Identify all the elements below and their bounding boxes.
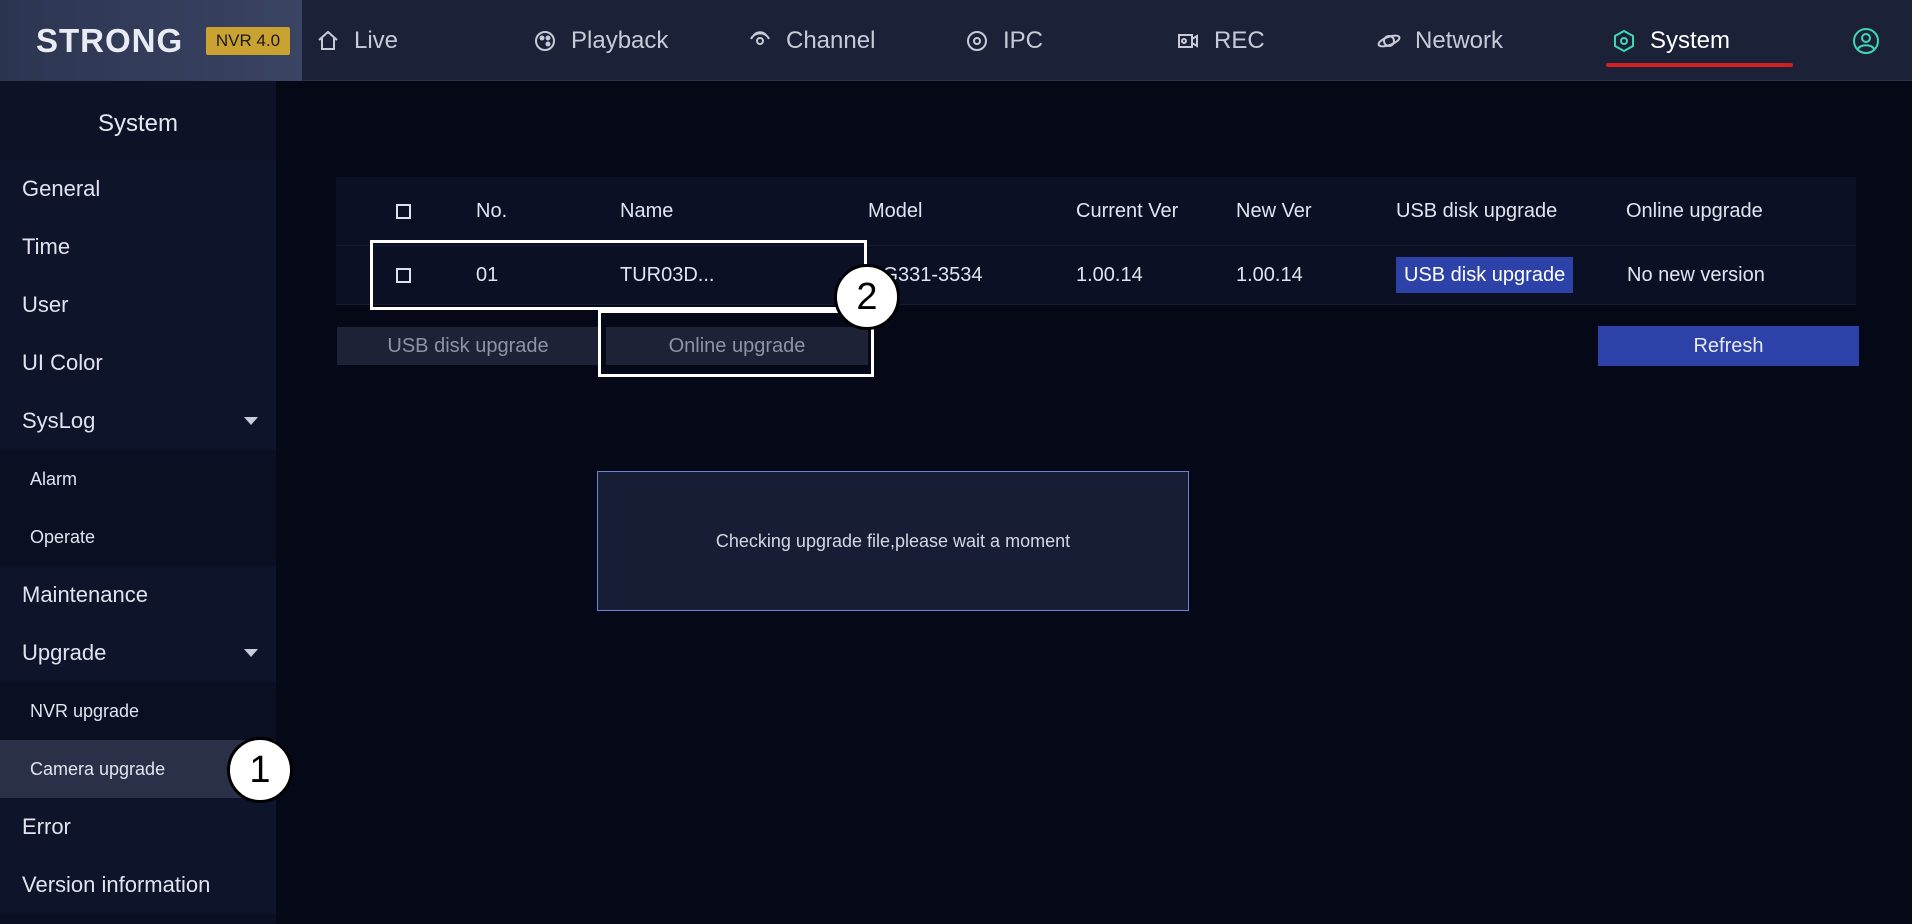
sidebar-item-error[interactable]: Error — [0, 798, 276, 856]
sidebar-item-label: User — [22, 292, 69, 317]
nav-playback[interactable]: Playback — [533, 0, 668, 81]
nav-network[interactable]: Network — [1377, 0, 1503, 81]
sidebar-item-label: Version information — [22, 872, 211, 897]
sidebar-item-operate[interactable]: Operate — [0, 508, 276, 566]
caret-down-icon — [244, 649, 258, 657]
nav-playback-label: Playback — [571, 26, 669, 54]
sidebar-item-label: Upgrade — [22, 640, 107, 665]
sidebar-item-label: Operate — [30, 526, 96, 547]
refresh-button[interactable]: Refresh — [1598, 326, 1859, 366]
checking-upgrade-dialog: Checking upgrade file,please wait a mome… — [597, 471, 1189, 611]
sidebar-item-label: Maintenance — [22, 582, 148, 607]
nav-rec[interactable]: REC — [1176, 0, 1265, 81]
sidebar-item-label: General — [22, 176, 101, 201]
sidebar-item-syslog[interactable]: SysLog — [0, 392, 276, 450]
header-new-ver: New Ver — [1236, 199, 1312, 222]
top-bar: STRONG NVR 4.0 Live Playback Channel IPC… — [0, 0, 1912, 81]
step-1-marker: 1 — [227, 737, 293, 803]
system-icon — [1614, 29, 1634, 52]
header-no: No. — [476, 199, 508, 222]
active-tab-indicator — [1606, 63, 1793, 67]
sidebar: System General Time User UI Color SysLog… — [0, 81, 276, 924]
nav-rec-label: REC — [1214, 26, 1265, 54]
version-badge: NVR 4.0 — [206, 27, 290, 55]
row-new-ver: 1.00.14 — [1236, 263, 1303, 286]
playback-icon — [535, 30, 555, 51]
header-current-ver: Current Ver — [1076, 199, 1179, 222]
home-icon — [318, 30, 338, 50]
ipc-icon — [967, 30, 987, 51]
network-icon — [1377, 34, 1401, 47]
sidebar-item-label: UI Color — [22, 350, 103, 375]
row-usb-upgrade-button[interactable]: USB disk upgrade — [1396, 257, 1574, 293]
sidebar-item-label: Camera upgrade — [30, 758, 166, 779]
header-name: Name — [620, 199, 674, 222]
table-header: No. Name Model Current Ver New Ver USB d… — [336, 177, 1856, 245]
step-2-marker: 2 — [834, 264, 900, 330]
usb-disk-upgrade-button[interactable]: USB disk upgrade — [337, 327, 599, 365]
sidebar-title: System — [0, 81, 276, 161]
sidebar-item-time[interactable]: Time — [0, 218, 276, 276]
sidebar-item-label: Time — [22, 234, 71, 259]
nav-ipc[interactable]: IPC — [965, 0, 1043, 81]
brand-logo: STRONG — [36, 22, 184, 59]
sidebar-item-ui-color[interactable]: UI Color — [0, 334, 276, 392]
nav-system-label: System — [1650, 26, 1731, 54]
sidebar-item-upgrade[interactable]: Upgrade — [0, 624, 276, 682]
nav-live[interactable]: Live — [316, 0, 398, 81]
channel-icon — [750, 30, 770, 45]
nav-channel[interactable]: Channel — [748, 0, 875, 81]
nav-live-label: Live — [354, 26, 399, 54]
header-usb-upgrade: USB disk upgrade — [1396, 199, 1558, 222]
nav-system[interactable]: System — [1612, 0, 1730, 81]
row-online-status: No new version — [1627, 263, 1765, 286]
row-usb-upgrade-cell: USB disk upgrade — [1396, 246, 1574, 304]
checkbox-icon — [396, 203, 411, 219]
header-online-upgrade: Online upgrade — [1626, 199, 1763, 222]
sidebar-item-general[interactable]: General — [0, 160, 276, 218]
caret-down-icon — [244, 417, 258, 425]
brand-area: STRONG NVR 4.0 — [0, 0, 302, 81]
nav-channel-label: Channel — [786, 26, 876, 54]
row-current-ver: 1.00.14 — [1076, 263, 1143, 286]
sidebar-item-user[interactable]: User — [0, 276, 276, 334]
rec-icon — [1178, 33, 1198, 48]
sidebar-item-nvr-upgrade[interactable]: NVR upgrade — [0, 682, 276, 740]
header-model: Model — [868, 199, 923, 222]
sidebar-item-label: NVR upgrade — [30, 700, 140, 721]
highlight-box-online-upgrade — [598, 310, 874, 377]
highlight-box-camera-row — [370, 240, 867, 310]
sidebar-item-label: Error — [22, 814, 71, 839]
sidebar-item-label: Alarm — [30, 468, 78, 489]
sidebar-item-alarm[interactable]: Alarm — [0, 450, 276, 508]
nav-ipc-label: IPC — [1003, 26, 1044, 54]
sidebar-item-maintenance[interactable]: Maintenance — [0, 566, 276, 624]
user-account-icon[interactable] — [1852, 27, 1880, 55]
sidebar-item-label: SysLog — [22, 408, 96, 433]
sidebar-item-version-information[interactable]: Version information — [0, 856, 276, 914]
select-all-checkbox[interactable] — [396, 177, 411, 245]
nav-network-label: Network — [1415, 26, 1504, 54]
dialog-message: Checking upgrade file,please wait a mome… — [715, 530, 1071, 551]
main-panel: No. Name Model Current Ver New Ver USB d… — [276, 81, 1912, 924]
